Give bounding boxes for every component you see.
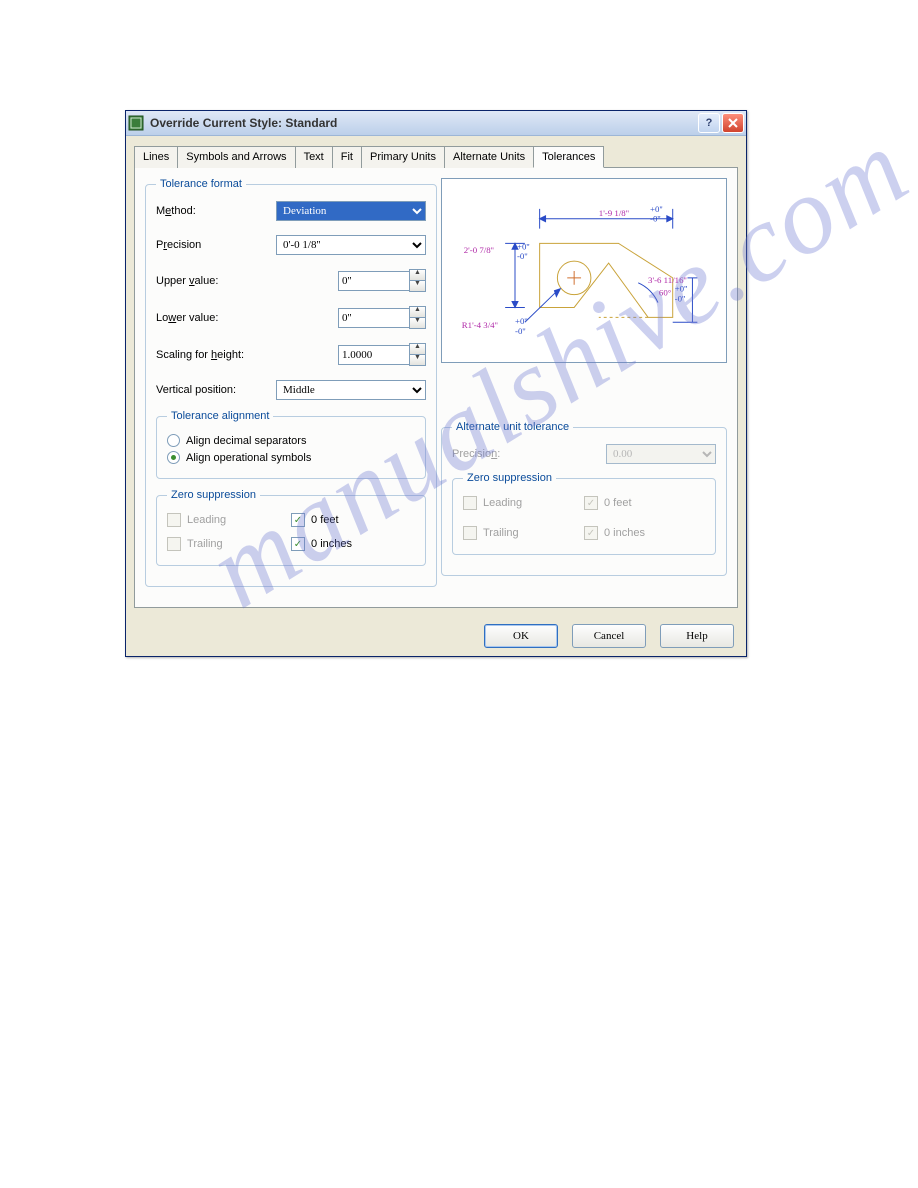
alt-zero-inches-checkbox: ✓ 0 inches xyxy=(584,526,705,540)
method-select[interactable]: Deviation xyxy=(276,201,426,221)
tolerance-alignment-legend: Tolerance alignment xyxy=(167,410,273,422)
leading-label: Leading xyxy=(187,514,226,526)
alt-zero-suppression-group: Zero suppression Leading Trailing xyxy=(452,472,716,555)
lower-value-step-up[interactable]: ▲ xyxy=(409,306,426,317)
upper-value-step-down[interactable]: ▼ xyxy=(409,280,426,292)
alt-zero-suppression-legend: Zero suppression xyxy=(463,472,556,484)
align-operational-symbols-label: Align operational symbols xyxy=(186,452,311,464)
zero-inches-checkbox[interactable]: ✓ 0 inches xyxy=(291,537,415,551)
tab-primary-units[interactable]: Primary Units xyxy=(361,146,445,168)
button-row: OK Cancel Help xyxy=(126,616,746,656)
checkbox-icon: ✓ xyxy=(584,526,598,540)
upper-value-step-up[interactable]: ▲ xyxy=(409,269,426,280)
svg-text:60°: 60° xyxy=(659,288,672,298)
titlebar: Override Current Style: Standard ? xyxy=(126,111,746,136)
cancel-button[interactable]: Cancel xyxy=(572,624,646,648)
align-decimal-separators-label: Align decimal separators xyxy=(186,435,306,447)
scaling-height-spinner[interactable]: ▲▼ xyxy=(338,343,426,366)
alt-trailing-label: Trailing xyxy=(483,527,519,539)
trailing-checkbox: Trailing xyxy=(167,537,291,551)
alt-leading-checkbox: Leading xyxy=(463,496,584,510)
zero-suppression-group: Zero suppression Leading Trailing xyxy=(156,489,426,566)
override-style-dialog: Override Current Style: Standard ? Lines… xyxy=(125,110,747,657)
lower-value-input[interactable] xyxy=(338,308,409,328)
scaling-height-input[interactable] xyxy=(338,345,409,365)
align-decimal-separators-radio[interactable]: Align decimal separators xyxy=(167,434,415,447)
radio-icon xyxy=(167,434,180,447)
help-button[interactable]: Help xyxy=(660,624,734,648)
right-column: 1'-9 1/8'' +0'' -0'' 2'-0 7/8'' +0'' -0'… xyxy=(441,178,727,597)
dialog-title: Override Current Style: Standard xyxy=(150,116,337,130)
checkbox-icon: ✓ xyxy=(291,537,305,551)
app-icon xyxy=(128,115,144,131)
tab-body: Tolerance format Method: Deviation Preci… xyxy=(134,167,738,608)
upper-value-input[interactable] xyxy=(338,271,409,291)
alt-leading-label: Leading xyxy=(483,497,522,509)
alternate-unit-tolerance-legend: Alternate unit tolerance xyxy=(452,421,573,433)
checkbox-icon xyxy=(463,526,477,540)
tab-lines[interactable]: Lines xyxy=(134,146,178,168)
alt-zero-inches-label: 0 inches xyxy=(604,527,645,539)
alternate-unit-tolerance-group: Alternate unit tolerance Precision: 0.00… xyxy=(441,421,727,576)
ok-button[interactable]: OK xyxy=(484,624,558,648)
svg-text:R1'-4 3/4'': R1'-4 3/4'' xyxy=(462,320,498,330)
checkbox-icon: ✓ xyxy=(584,496,598,510)
checkbox-icon xyxy=(167,513,181,527)
tolerance-format-group: Tolerance format Method: Deviation Preci… xyxy=(145,178,437,587)
precision-select[interactable]: 0'-0 1/8'' xyxy=(276,235,426,255)
zero-feet-checkbox[interactable]: ✓ 0 feet xyxy=(291,513,415,527)
alt-zero-feet-checkbox: ✓ 0 feet xyxy=(584,496,705,510)
svg-text:-0'': -0'' xyxy=(675,294,686,304)
leading-checkbox: Leading xyxy=(167,513,291,527)
svg-text:-0'': -0'' xyxy=(517,251,528,261)
svg-text:1'-9 1/8'': 1'-9 1/8'' xyxy=(599,208,630,218)
lower-value-label: Lower value: xyxy=(156,312,276,324)
tab-text[interactable]: Text xyxy=(295,146,333,168)
tolerance-format-legend: Tolerance format xyxy=(156,178,246,190)
alt-precision-select: 0.00 xyxy=(606,444,716,464)
checkbox-icon xyxy=(167,537,181,551)
preview-pane: 1'-9 1/8'' +0'' -0'' 2'-0 7/8'' +0'' -0'… xyxy=(441,178,727,363)
upper-value-spinner[interactable]: ▲▼ xyxy=(338,269,426,292)
svg-text:2'-0 7/8'': 2'-0 7/8'' xyxy=(464,245,495,255)
tab-alternate-units[interactable]: Alternate Units xyxy=(444,146,534,168)
zero-suppression-legend: Zero suppression xyxy=(167,489,260,501)
tab-fit[interactable]: Fit xyxy=(332,146,362,168)
vertical-position-select[interactable]: Middle xyxy=(276,380,426,400)
checkbox-icon xyxy=(463,496,477,510)
zero-inches-label: 0 inches xyxy=(311,538,352,550)
svg-text:+0'': +0'' xyxy=(517,241,530,251)
tab-symbols-arrows[interactable]: Symbols and Arrows xyxy=(177,146,295,168)
left-column: Tolerance format Method: Deviation Preci… xyxy=(145,178,431,597)
svg-text:+0'': +0'' xyxy=(515,316,528,326)
help-titlebar-button[interactable]: ? xyxy=(698,113,720,133)
upper-value-label: Upper value: xyxy=(156,275,276,287)
svg-text:-0'': -0'' xyxy=(515,326,526,336)
svg-text:+0'': +0'' xyxy=(675,284,688,294)
radio-icon xyxy=(167,451,180,464)
alt-trailing-checkbox: Trailing xyxy=(463,526,584,540)
scaling-height-step-down[interactable]: ▼ xyxy=(409,354,426,366)
align-operational-symbols-radio[interactable]: Align operational symbols xyxy=(167,451,415,464)
trailing-label: Trailing xyxy=(187,538,223,550)
zero-feet-label: 0 feet xyxy=(311,514,339,526)
lower-value-spinner[interactable]: ▲▼ xyxy=(338,306,426,329)
scaling-height-step-up[interactable]: ▲ xyxy=(409,343,426,354)
lower-value-step-down[interactable]: ▼ xyxy=(409,317,426,329)
alt-zero-feet-label: 0 feet xyxy=(604,497,632,509)
tolerance-alignment-group: Tolerance alignment Align decimal separa… xyxy=(156,410,426,479)
tab-tolerances[interactable]: Tolerances xyxy=(533,146,604,168)
vertical-position-label: Vertical position: xyxy=(156,384,276,396)
svg-text:-0'': -0'' xyxy=(650,214,661,224)
scaling-height-label: Scaling for height: xyxy=(156,349,296,361)
svg-text:+0'': +0'' xyxy=(650,204,663,214)
alt-precision-label: Precision: xyxy=(452,448,572,460)
checkbox-icon: ✓ xyxy=(291,513,305,527)
method-label: Method: xyxy=(156,205,276,217)
precision-label: Precision xyxy=(156,239,276,251)
tabstrip: Lines Symbols and Arrows Text Fit Primar… xyxy=(126,136,746,168)
close-titlebar-button[interactable] xyxy=(722,113,744,133)
